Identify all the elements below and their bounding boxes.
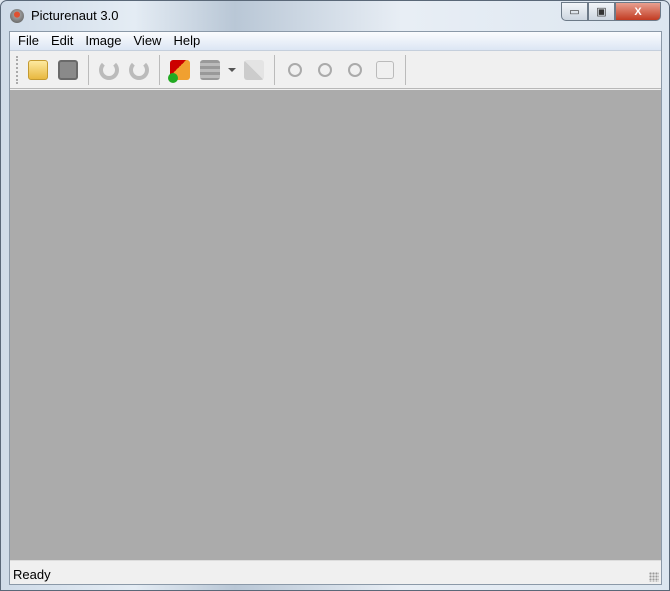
window-title: Picturenaut 3.0 — [31, 8, 119, 23]
rotate-right-button[interactable] — [124, 55, 154, 85]
separator — [405, 54, 406, 85]
zoom-fit-icon — [376, 60, 394, 79]
menu-help[interactable]: Help — [167, 32, 206, 50]
zoom-reset-button[interactable] — [340, 55, 370, 85]
export-icon — [244, 59, 264, 80]
zoom-out-button[interactable] — [310, 55, 340, 85]
folder-icon — [28, 59, 48, 80]
open-button[interactable] — [23, 55, 53, 85]
menu-bar: File Edit Image View Help — [10, 32, 661, 51]
zoom-fit-button[interactable] — [370, 55, 400, 85]
window-frame: Picturenaut 3.0 ▭ ▣ X File Edit Image Vi… — [0, 0, 670, 591]
minimize-button[interactable]: ▭ — [561, 2, 588, 21]
separator — [274, 54, 275, 85]
add-image-icon — [168, 59, 190, 83]
menu-edit[interactable]: Edit — [45, 32, 79, 50]
separator — [159, 54, 160, 85]
app-icon — [10, 9, 24, 23]
export-button[interactable] — [239, 55, 269, 85]
toolbar-grip[interactable] — [16, 55, 19, 84]
resize-grip[interactable] — [649, 572, 659, 582]
client-area: File Edit Image View Help Ready — [9, 31, 662, 585]
rotate-right-icon — [129, 59, 149, 80]
adjust-button[interactable] — [195, 55, 225, 85]
add-image-button[interactable] — [165, 55, 195, 85]
zoom-in-icon — [288, 62, 302, 77]
rotate-left-button[interactable] — [94, 55, 124, 85]
save-button[interactable] — [53, 55, 83, 85]
zoom-out-icon — [318, 62, 332, 77]
save-icon — [58, 59, 78, 80]
menu-image[interactable]: Image — [79, 32, 127, 50]
separator — [88, 54, 89, 85]
toolbar — [10, 51, 661, 89]
sliders-icon — [200, 59, 220, 80]
zoom-in-button[interactable] — [280, 55, 310, 85]
menu-file[interactable]: File — [12, 32, 45, 50]
menu-view[interactable]: View — [128, 32, 168, 50]
rotate-left-icon — [99, 59, 119, 80]
image-canvas[interactable] — [10, 90, 661, 560]
status-bar: Ready — [10, 560, 661, 584]
close-button[interactable]: X — [615, 2, 661, 21]
status-text: Ready — [13, 567, 51, 582]
zoom-reset-icon — [348, 62, 362, 77]
adjust-dropdown-icon[interactable] — [228, 67, 236, 72]
maximize-button[interactable]: ▣ — [588, 2, 615, 21]
